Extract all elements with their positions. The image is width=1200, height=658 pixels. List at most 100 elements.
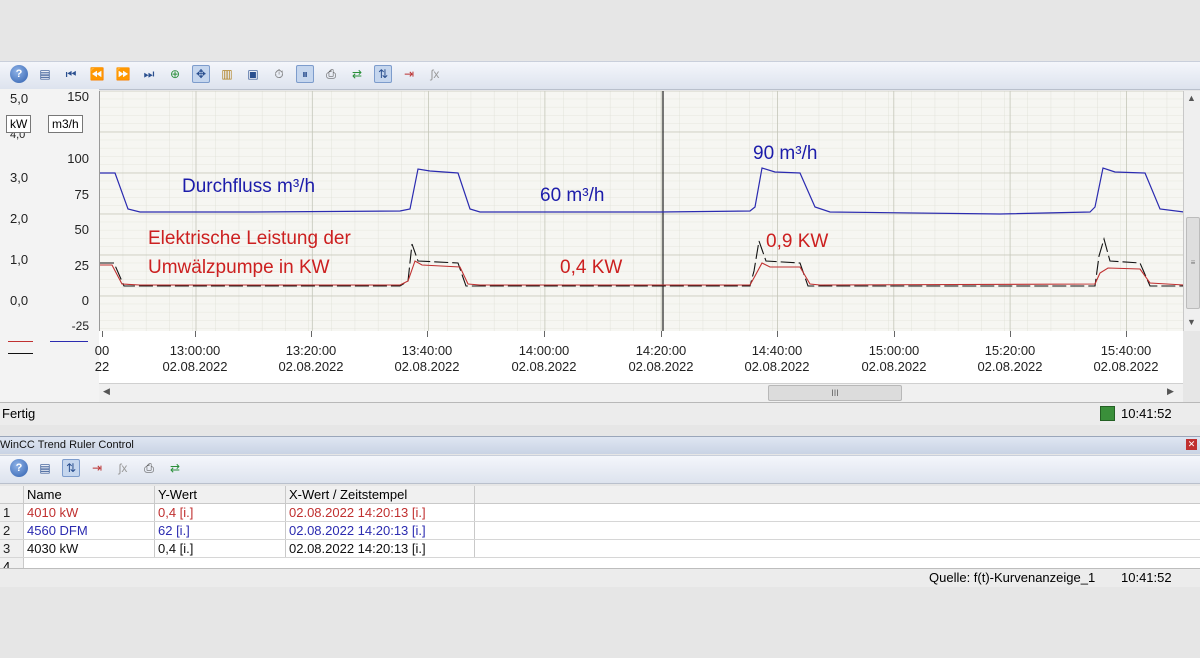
move-axes-icon[interactable]: ✥ [192,65,210,83]
zoom-area-icon[interactable]: ▣ [244,65,262,83]
column-header-y[interactable]: Y-Wert [155,486,286,503]
next-record-icon[interactable]: ⏩ [114,65,132,83]
first-record-icon[interactable]: ⏮ [62,65,80,83]
time-tick-mark [544,331,545,337]
time-tick-label: 15:20:00 [984,343,1036,358]
zoom-icon[interactable]: ⊕ [166,65,184,83]
scale-icon[interactable]: ▥ [218,65,236,83]
statistic-area-icon[interactable]: ⇥ [88,459,106,477]
kw-tick: 0,0 [10,293,29,308]
flow-tick: 50 [74,222,89,237]
kw-tick: 2,0 [10,211,29,226]
config-dialog-icon[interactable]: ▤ [36,459,54,477]
table-row[interactable]: 1 4010 kW 0,4 [i.] 02.08.2022 14:20:13 [i.] [0,504,1200,522]
previous-record-icon[interactable]: ⏪ [88,65,106,83]
print-icon[interactable]: ⎙ [322,65,340,83]
date-tick-label: 02.08.2022 [1093,359,1159,374]
help-icon[interactable]: ? [10,65,28,83]
hscroll-thumb[interactable]: III [768,385,902,401]
scroll-right-icon[interactable]: ▶ [1167,386,1174,397]
flow-tick: 75 [74,187,89,202]
date-tick-label: 02.08.2022 [394,359,460,374]
date-tick-label: 02.08.2022 [744,359,810,374]
statistic-icon[interactable]: ʃx [114,459,132,477]
plot-background [100,91,1184,331]
flow-value-low-label: 60 m³/h [540,185,605,206]
row-number: 1 [0,504,24,521]
flow-unit-label: m3/h [48,115,83,133]
statistic-area-icon[interactable]: ⇥ [400,65,418,83]
last-record-icon[interactable]: ⏭ [140,65,158,83]
time-tick-mark [102,331,103,337]
scroll-left-icon[interactable]: ◀ [103,386,110,397]
time-tick-mark [427,331,428,337]
ruler-icon[interactable]: ⇅ [374,65,392,83]
date-tick-label: 02.08.2022 [278,359,344,374]
power-value-low-label: 0,4 KW [560,257,623,278]
time-tick-mark [894,331,895,337]
scroll-up-icon[interactable]: ▲ [1187,93,1196,103]
trend-svg [100,91,1184,331]
help-icon[interactable]: ? [10,459,28,477]
vertical-scrollbar[interactable]: ▲ ≡ ▼ [1183,91,1200,331]
cell-name: 4560 DFM [24,522,155,539]
legend-power-line [8,341,33,342]
stop-start-icon[interactable]: ⏸ [296,65,314,83]
date-tick-label: 02.08.2022 [977,359,1043,374]
ruler-status-bar: Quelle: f(t)-Kurvenanzeige_1 10:41:52 [0,568,1200,587]
cell-x-value: 02.08.2022 14:20:13 [i.] [286,522,475,539]
flow-tick: 25 [74,258,89,273]
time-tick-mark [1126,331,1127,337]
flow-tick: 150 [67,89,89,104]
table-header: Name Y-Wert X-Wert / Zeitstempel [0,486,1200,504]
print-icon[interactable]: ⎙ [140,459,158,477]
table-row[interactable]: 3 4030 kW 0,4 [i.] 02.08.2022 14:20:13 [i.] [0,540,1200,558]
cell-y-value: 62 [i.] [155,522,286,539]
table-row[interactable]: 2 4560 DFM 62 [i.] 02.08.2022 14:20:13 [i.] [0,522,1200,540]
time-tick-mark [195,331,196,337]
config-dialog-icon[interactable]: ▤ [36,65,54,83]
ruler-panel-title: WinCC Trend Ruler Control ✕ [0,436,1200,454]
power-series-label-line2: Umwälzpumpe in KW [148,257,330,278]
flow-tick: -25 [71,319,89,333]
power-value-high-label: 0,9 KW [766,231,829,252]
time-range-icon[interactable]: ⏱ [270,65,288,83]
cell-name: 4010 kW [24,504,155,521]
window-top-band [0,0,1200,60]
power-series-label-line1: Elektrische Leistung der [148,228,351,249]
ruler-icon[interactable]: ⇅ [62,459,80,477]
trend-plot[interactable]: Durchfluss m³/h 60 m³/h 90 m³/h Elektris… [99,91,1184,331]
statistic-icon[interactable]: ʃx [426,65,444,83]
cell-y-value: 0,4 [i.] [155,504,286,521]
date-tick-label: 02.08.2022 [861,359,927,374]
horizontal-scrollbar[interactable]: ◀ III ▶ [99,383,1183,402]
time-tick-label: 15:00:00 [868,343,920,358]
row-number: 2 [0,522,24,539]
row-number: 4 [0,558,24,568]
flow-value-high-label: 90 m³/h [753,143,818,164]
export-icon[interactable]: ⇄ [166,459,184,477]
column-header-x[interactable]: X-Wert / Zeitstempel [286,486,475,503]
time-tick-label: 15:40:00 [1100,343,1152,358]
kw-tick: 1,0 [10,252,29,267]
column-header-name[interactable]: Name [24,486,155,503]
time-tick-label: 13:00:00 [169,343,221,358]
time-axis: 00 22 13:00:00 02.08.2022 13:20:00 02.08.2022… [95,331,1183,383]
status-text: Fertig [2,406,36,421]
scroll-down-icon[interactable]: ▼ [1187,317,1196,327]
flow-series-label: Durchfluss m³/h [182,176,316,197]
time-tick-mark [661,331,662,337]
kw-unit-label: kW [6,115,32,133]
separator [0,425,1200,436]
time-tick-mark [311,331,312,337]
kw-tick: 3,0 [10,170,29,185]
cell-x-value: 02.08.2022 14:20:13 [i.] [286,540,475,557]
ruler-title-text: WinCC Trend Ruler Control [0,439,134,451]
table-row[interactable]: 4 [0,558,1200,568]
close-icon[interactable]: ✕ [1186,439,1197,450]
time-tick-label: 14:20:00 [635,343,687,358]
network-icon [1100,406,1115,421]
ruler-toolbar: ? ▤ ⇅ ⇥ ʃx ⎙ ⇄ [0,455,1200,484]
scroll-thumb[interactable]: ≡ [1186,217,1200,309]
export-icon[interactable]: ⇄ [348,65,366,83]
